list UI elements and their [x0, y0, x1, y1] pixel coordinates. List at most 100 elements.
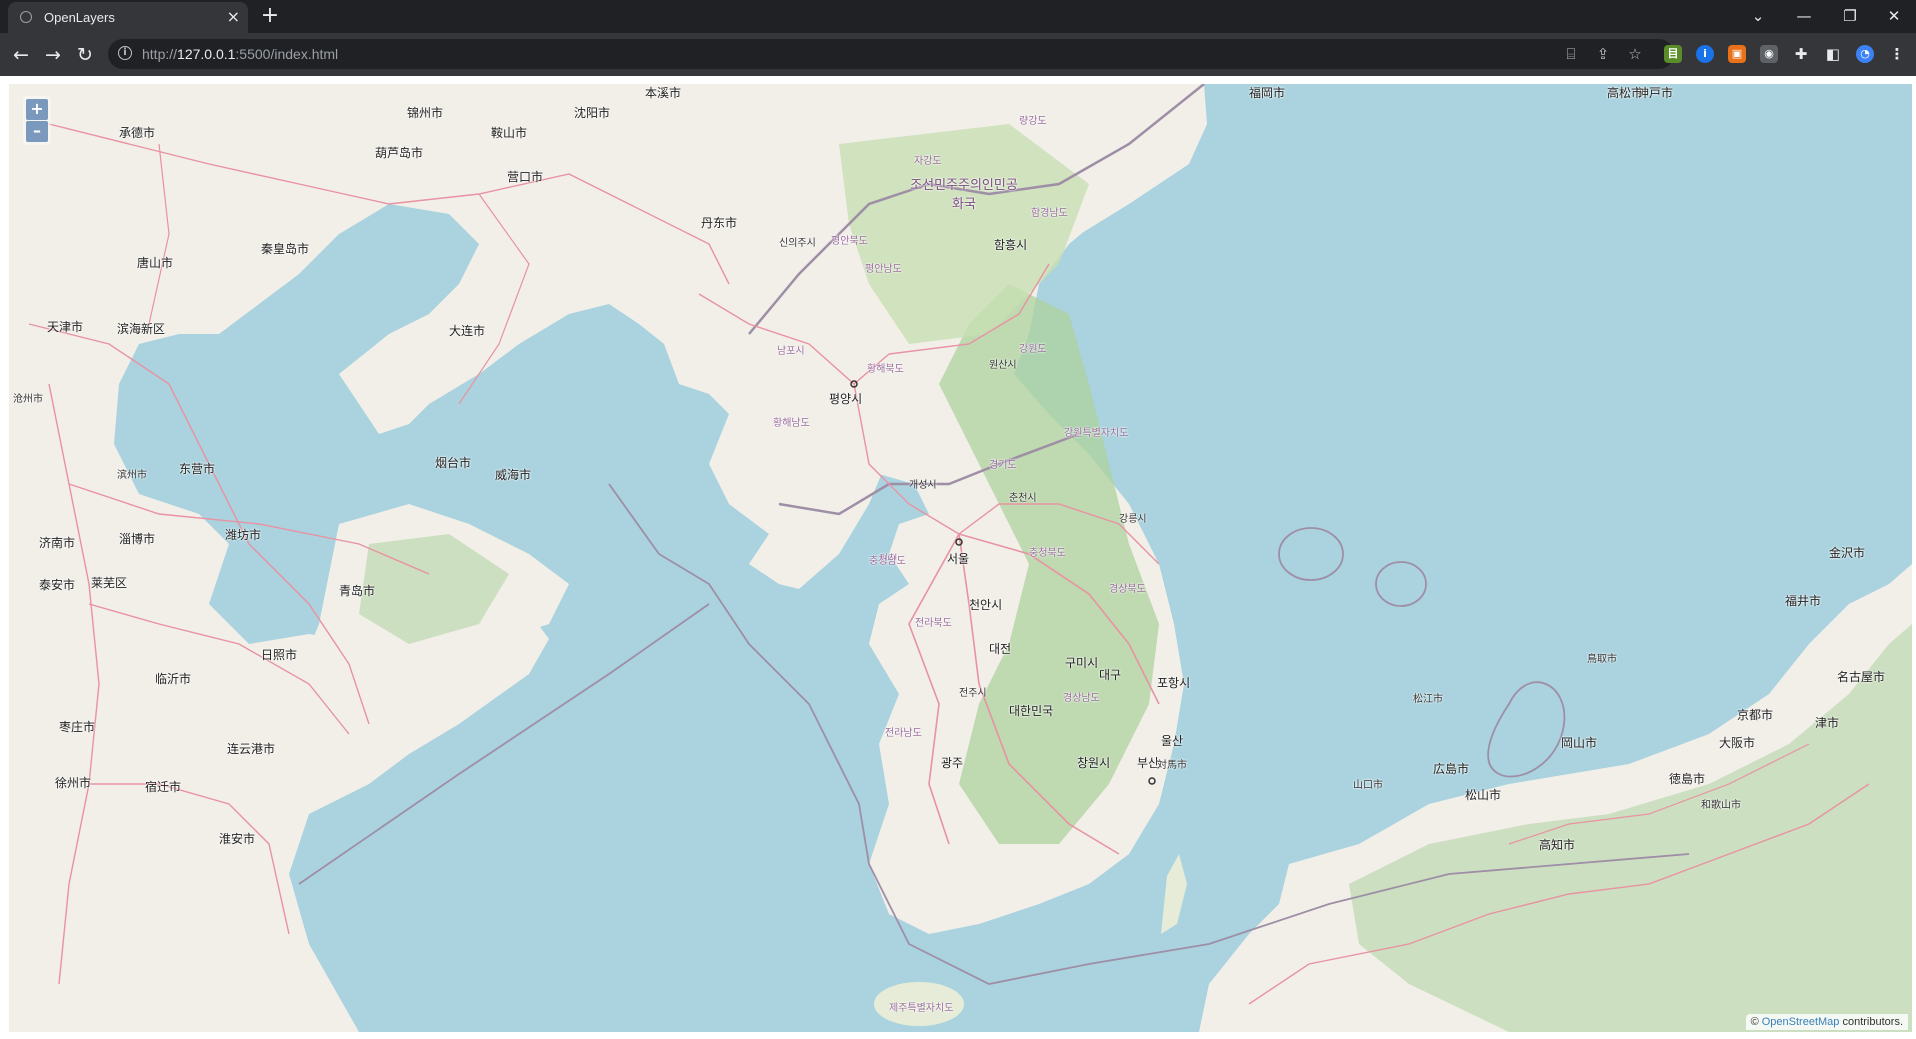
label-binzhou: 滨州市	[117, 470, 147, 481]
label-ryanggang: 량강도	[1019, 116, 1047, 127]
label-tsushima: 対馬市	[1157, 760, 1187, 771]
label-daegu: 대구	[1099, 668, 1122, 682]
label-xuzhou: 徐州市	[55, 776, 92, 790]
label-cheonan: 천안시	[969, 598, 1003, 612]
label-hamhung: 함흥시	[994, 238, 1028, 252]
label-nampo: 남포시	[777, 346, 805, 357]
label-fukuoka: 福岡市	[1249, 86, 1286, 100]
land-tsushima	[1161, 854, 1187, 934]
new-tab-button[interactable]: +	[256, 5, 284, 29]
label-cangzhou: 沧州市	[13, 394, 43, 405]
extension-orange-icon[interactable]: ▣	[1728, 45, 1746, 63]
label-chungnam: 충청남도	[869, 556, 906, 567]
label-hwanghaenam: 황해남도	[773, 418, 810, 429]
minimize-button[interactable]: —	[1784, 5, 1824, 27]
label-yantai: 烟台市	[435, 456, 472, 470]
label-ulsan: 울산	[1161, 734, 1184, 748]
info-icon[interactable]: i	[118, 46, 132, 60]
address-bar[interactable]: i http://127.0.0.1:5500/index.html ⌸ ⇪ ☆	[108, 39, 1674, 69]
side-panel-icon[interactable]: ◧	[1824, 45, 1842, 63]
map-viewport[interactable]: 조선민주주의인민공화국 평양시 서울 대한민국 대구 부산 광주 대전 인천 울…	[9, 84, 1912, 1032]
label-gangwon-n: 강원도	[1019, 344, 1047, 355]
bookmark-star-icon[interactable]: ☆	[1624, 43, 1646, 65]
label-matsuyama: 松山市	[1465, 788, 1502, 802]
extension-info-icon[interactable]: i	[1696, 45, 1714, 63]
restore-button[interactable]: ❐	[1830, 5, 1870, 27]
label-huaian: 淮安市	[219, 832, 256, 846]
label-gaesong: 개성시	[909, 480, 937, 491]
label-tianjin: 天津市	[47, 320, 84, 334]
label-tangshan: 唐山市	[137, 256, 174, 270]
islet-outline-2	[1375, 561, 1427, 607]
label-tokushima: 徳島市	[1669, 772, 1706, 786]
label-rizhao: 日照市	[261, 648, 298, 662]
label-kyoto: 京都市	[1737, 708, 1774, 722]
label-suqian: 宿迁市	[145, 780, 182, 794]
camera-icon[interactable]: ◉	[1760, 45, 1778, 63]
puzzle-icon[interactable]: ✚	[1792, 45, 1810, 63]
label-hiroshima: 広島市	[1433, 762, 1470, 776]
label-gyeonggi: 경기도	[989, 460, 1017, 471]
url-text[interactable]: http://127.0.0.1:5500/index.html	[142, 46, 338, 62]
label-lianyungang: 连云港市	[227, 742, 276, 756]
back-icon[interactable]: ←	[8, 42, 34, 68]
label-tsu: 津市	[1815, 716, 1840, 730]
openstreetmap-link[interactable]: OpenStreetMap	[1762, 1016, 1840, 1028]
label-jeju: 제주특별자치도	[889, 1003, 954, 1014]
dokdo-outline	[1487, 681, 1566, 778]
avatar[interactable]: ◔	[1856, 45, 1874, 63]
label-dongying: 东营市	[179, 462, 216, 476]
label-rok: 대한민국	[1009, 704, 1054, 718]
browser-toolbar: ← → ↻ i http://127.0.0.1:5500/index.html…	[0, 33, 1916, 76]
label-dalian: 大连市	[449, 324, 486, 338]
tab-search-icon[interactable]: ⌄	[1738, 5, 1778, 27]
label-dprk: 조선민주주의인민공화국	[910, 178, 1018, 212]
islet-outline	[1278, 527, 1344, 581]
label-dandong: 丹东市	[701, 216, 738, 230]
label-pohang: 포항시	[1157, 676, 1191, 690]
globe-icon	[20, 11, 32, 23]
translate-icon[interactable]: ⌸	[1560, 43, 1582, 65]
label-gyeongbuk: 경상북도	[1109, 584, 1146, 595]
label-pyongannam: 평안남도	[865, 264, 902, 275]
page-content: 조선민주주의인민공화국 평양시 서울 대한민국 대구 부산 광주 대전 인천 울…	[0, 76, 1916, 1039]
menu-icon[interactable]: ⋮	[1888, 45, 1906, 63]
zoom-in-button[interactable]: +	[26, 99, 48, 120]
tab-close-icon[interactable]: ×	[227, 9, 240, 25]
label-chuncheon: 춘천시	[1009, 493, 1037, 504]
label-seoul: 서울	[947, 552, 970, 566]
extension-green-icon[interactable]: 目	[1664, 45, 1682, 63]
browser-tab[interactable]: OpenLayers ×	[8, 2, 248, 33]
zoom-out-button[interactable]: –	[26, 121, 48, 142]
tab-title: OpenLayers	[44, 10, 115, 25]
reload-icon[interactable]: ↻	[72, 42, 98, 68]
label-jagang: 자강도	[914, 156, 942, 167]
label-weifang: 潍坊市	[225, 528, 262, 542]
label-kochi: 高知市	[1539, 838, 1576, 852]
label-shenyang: 沈阳市	[574, 106, 611, 120]
zoom-control: + –	[23, 96, 51, 145]
label-pyongyang: 평양시	[829, 392, 863, 406]
label-sinuiju: 신의주시	[779, 238, 816, 249]
browser-titlebar: OpenLayers × + ⌄ — ❐ ✕	[0, 0, 1916, 33]
label-anshan: 鞍山市	[491, 126, 528, 140]
label-takamatsu: 高松市	[1607, 86, 1644, 100]
label-matsue: 松江市	[1413, 694, 1443, 705]
label-huludao: 葫芦岛市	[375, 146, 424, 160]
label-tottori: 鳥取市	[1587, 654, 1617, 665]
label-linyi: 临沂市	[155, 672, 192, 686]
label-jinan: 济南市	[39, 536, 76, 550]
label-weihai: 威海市	[495, 468, 532, 482]
label-gangneung: 강릉시	[1119, 514, 1147, 525]
label-fukui: 福井市	[1785, 594, 1822, 608]
label-qinhuangdao: 秦皇岛市	[261, 242, 310, 256]
forward-icon[interactable]: →	[40, 42, 66, 68]
label-gyeongnam: 경상남도	[1063, 693, 1100, 704]
close-window-button[interactable]: ✕	[1874, 5, 1914, 27]
share-icon[interactable]: ⇪	[1592, 43, 1614, 65]
label-yamaguchi: 山口市	[1353, 780, 1383, 791]
label-gumi: 구미시	[1065, 656, 1099, 670]
label-qingdao: 青岛市	[339, 584, 376, 598]
label-jeonju: 전주시	[959, 688, 987, 699]
label-jeonnam: 전라남도	[885, 728, 922, 739]
